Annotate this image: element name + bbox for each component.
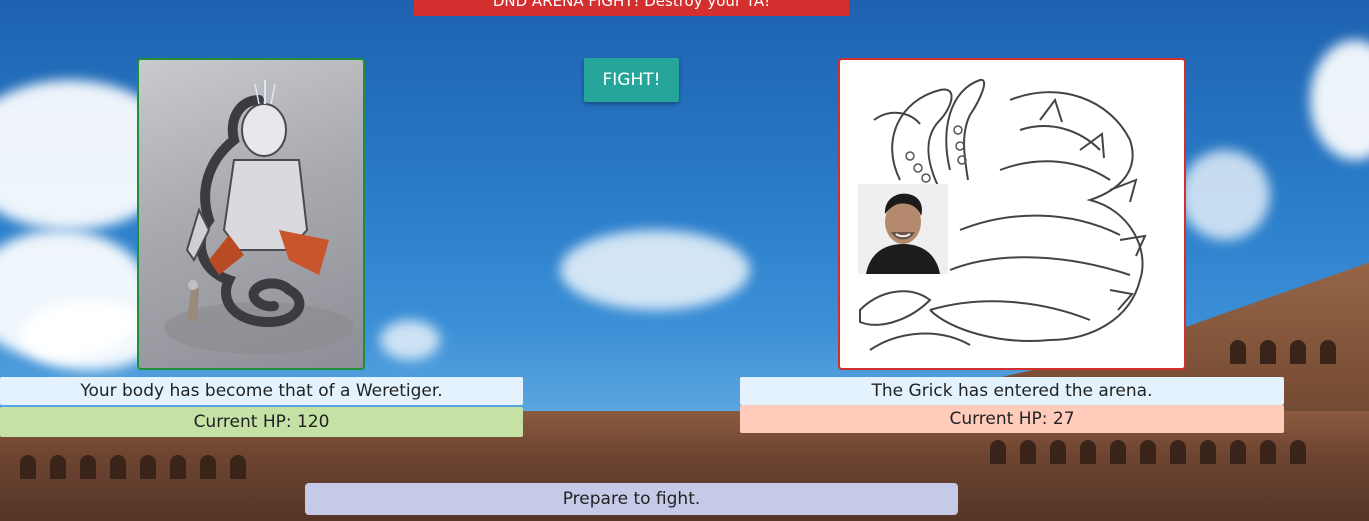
player-character-image [137, 58, 365, 370]
enemy-hp: Current HP: 27 [740, 405, 1284, 433]
weretiger-illustration [164, 80, 354, 354]
page-title: DND ARENA FIGHT! Destroy your TA! [492, 0, 771, 10]
fight-button[interactable]: FIGHT! [584, 58, 679, 102]
status-message: Prepare to fight. [305, 483, 958, 515]
player-description: Your body has become that of a Weretiger… [0, 377, 523, 405]
ta-headshot [858, 184, 948, 274]
ta-portrait [858, 184, 948, 274]
enemy-description: The Grick has entered the arena. [740, 377, 1284, 405]
player-hp: Current HP: 120 [0, 407, 523, 437]
enemy-character-image [838, 58, 1186, 370]
page-title-banner: DND ARENA FIGHT! Destroy your TA! [414, 0, 849, 16]
